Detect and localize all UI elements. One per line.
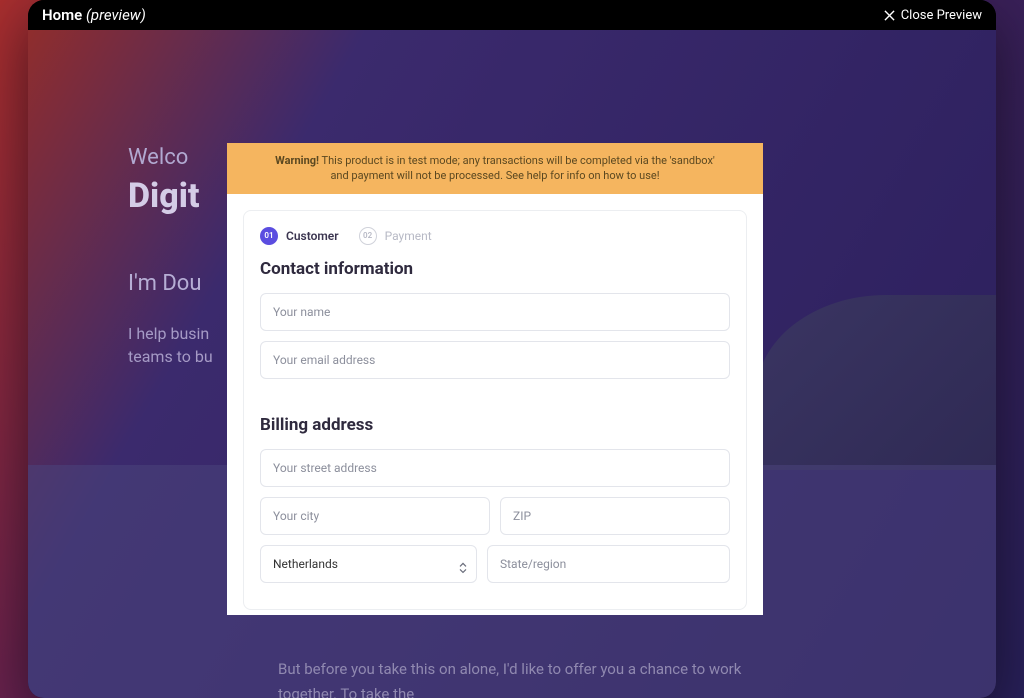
zip-input[interactable] <box>500 497 730 535</box>
step-label: Customer <box>286 229 339 243</box>
street-input[interactable] <box>260 449 730 487</box>
close-preview-label: Close Preview <box>901 8 982 23</box>
billing-heading: Billing address <box>260 415 730 435</box>
checkout-modal: Warning! This product is in test mode; a… <box>227 143 763 615</box>
close-preview-button[interactable]: Close Preview <box>884 8 982 23</box>
checkout-card: 01 Customer 02 Payment Contact informati… <box>243 210 747 610</box>
page-background: Welco Digit I'm Dou I help busin teams t… <box>28 30 996 698</box>
top-bar: Home (preview) Close Preview <box>28 0 996 30</box>
checkout-steps: 01 Customer 02 Payment <box>260 227 730 245</box>
email-input[interactable] <box>260 341 730 379</box>
step-customer[interactable]: 01 Customer <box>260 227 339 245</box>
warning-banner: Warning! This product is in test mode; a… <box>227 143 763 194</box>
step-badge: 02 <box>359 227 377 245</box>
warning-bold: Warning! <box>275 154 319 167</box>
title-main: Home <box>42 6 82 24</box>
close-icon <box>884 10 895 21</box>
step-payment[interactable]: 02 Payment <box>359 227 432 245</box>
warning-text: This product is in test mode; any transa… <box>319 154 715 182</box>
checkout-body: 01 Customer 02 Payment Contact informati… <box>227 210 763 615</box>
state-input[interactable] <box>487 545 730 583</box>
lower-paragraph-2: But before you take this on alone, I'd l… <box>278 657 746 698</box>
page-title: Home (preview) <box>42 6 146 24</box>
title-suffix: (preview) <box>86 6 146 24</box>
step-label: Payment <box>385 229 432 243</box>
name-input[interactable] <box>260 293 730 331</box>
preview-window: Home (preview) Close Preview Welco Digit… <box>28 0 996 698</box>
country-select[interactable] <box>260 545 477 583</box>
step-badge: 01 <box>260 227 278 245</box>
city-input[interactable] <box>260 497 490 535</box>
contact-heading: Contact information <box>260 259 730 279</box>
